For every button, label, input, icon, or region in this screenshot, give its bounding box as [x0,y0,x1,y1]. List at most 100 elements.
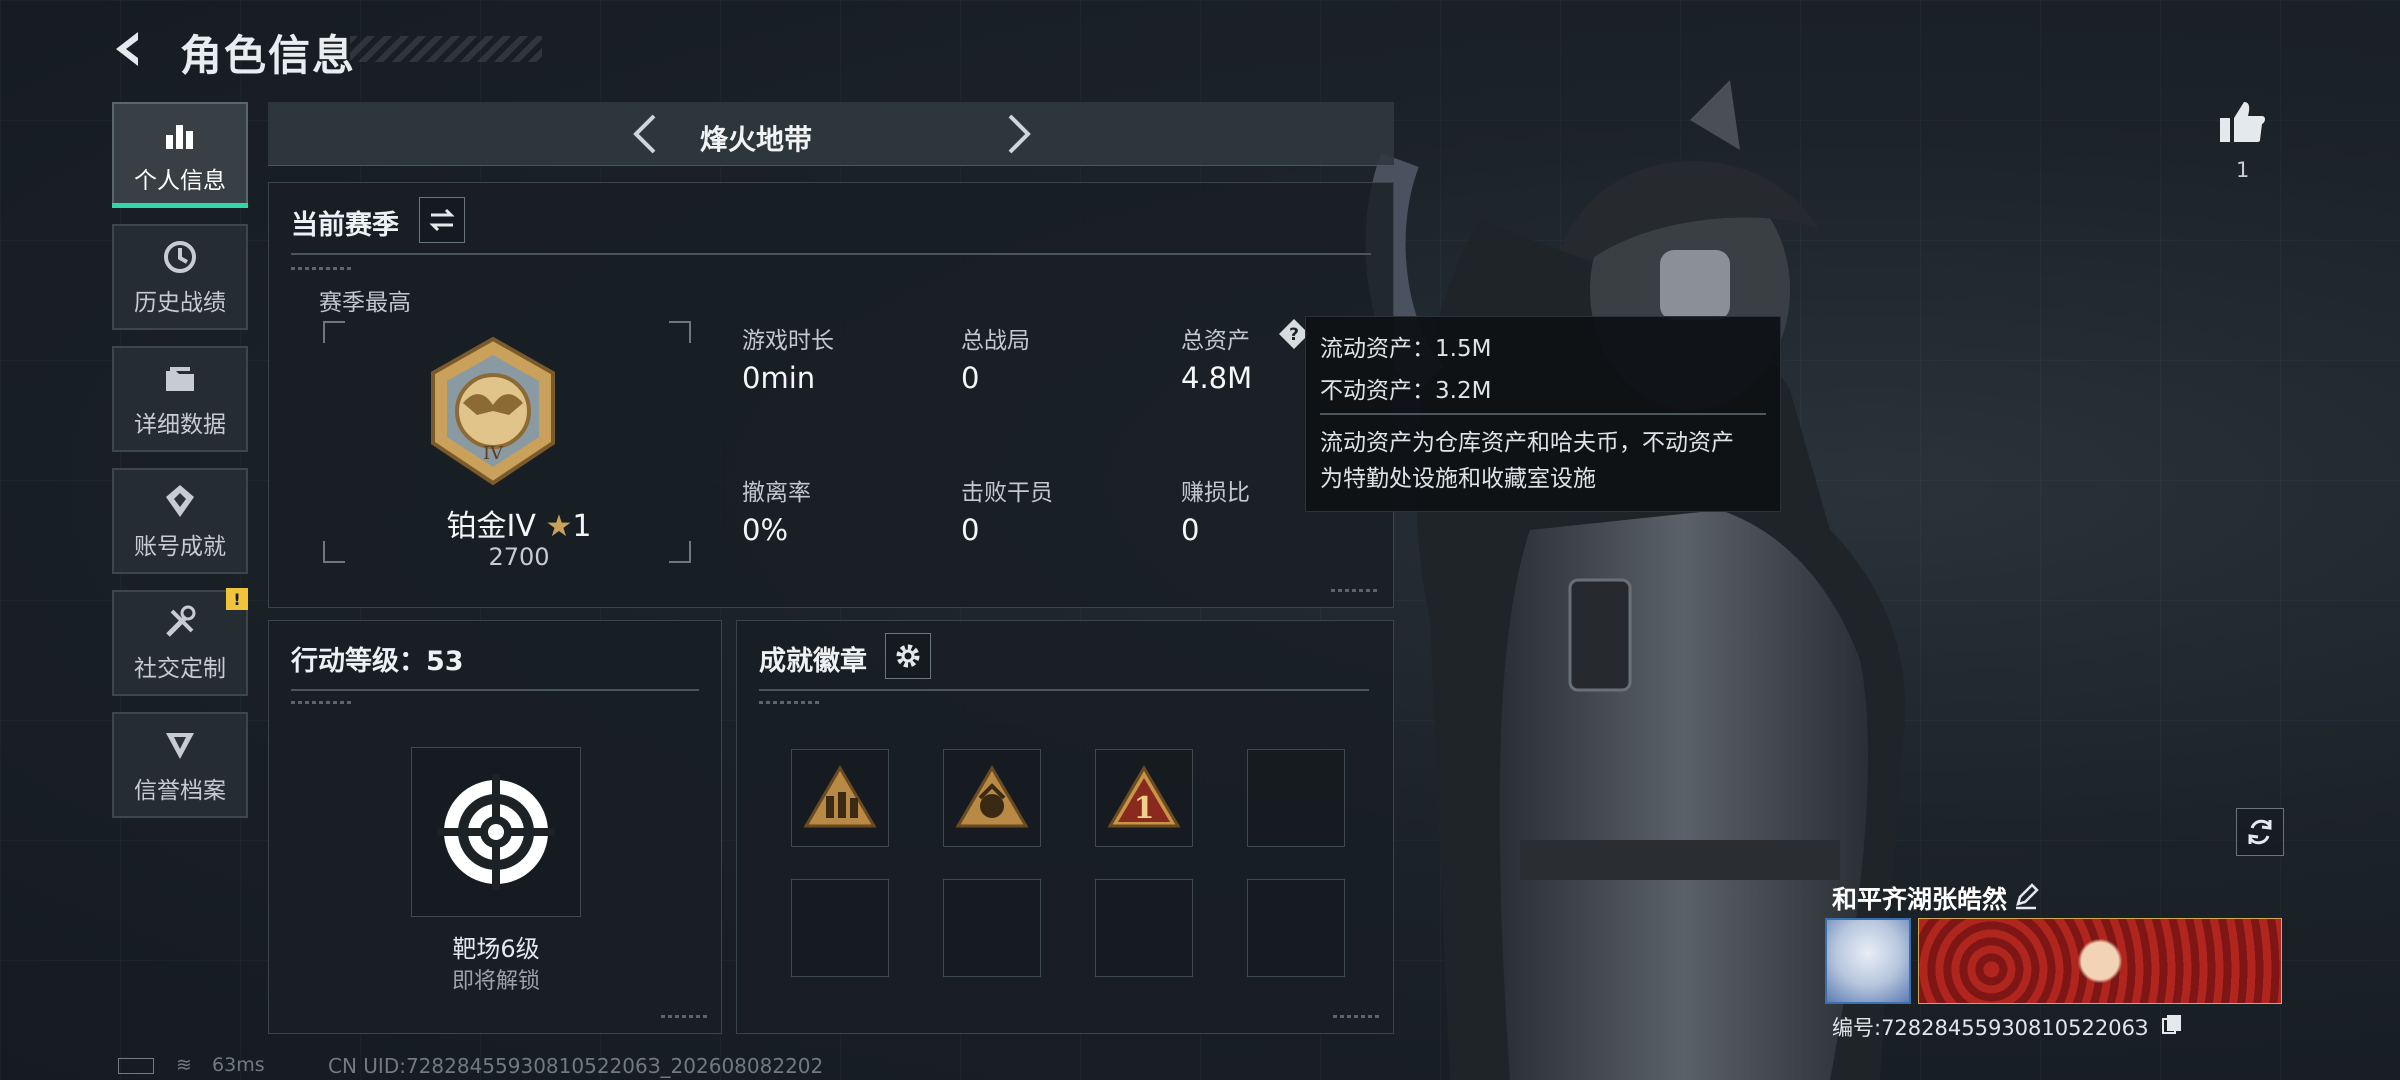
svg-text:?: ? [1289,325,1299,345]
empty-badge-slot[interactable] [1247,879,1345,977]
sidebar-item-history[interactable]: 历史战绩 [112,224,248,330]
rank-line: 铂金IV ★1 [419,501,619,545]
sidebar-item-label: 信誉档案 [134,778,226,804]
stat-value-extraction-rate: 0% [742,513,789,547]
player-name: 和平齐湖张皓然 [1832,885,2008,914]
corner-decoration [661,1015,709,1018]
season-title: 当前赛季 [291,210,399,241]
ping-value: 63ms [212,1054,265,1076]
player-avatar[interactable] [1825,918,1911,1004]
sidebar-item-label: 社交定制 [134,656,226,682]
sidebar-item-credit-file[interactable]: 信誉档案 [112,712,248,818]
shooting-range-slot[interactable] [411,747,581,917]
credit-emblem-icon [166,733,194,759]
mode-selector-bar: 烽火地带 [268,102,1394,166]
thumbs-up-icon[interactable] [2216,96,2268,148]
empty-badge-slot[interactable] [791,879,889,977]
stat-value-profit-loss-ratio: 0 [1181,513,1200,547]
svg-text:1: 1 [1134,791,1155,826]
sidebar-item-label: 账号成就 [134,534,226,560]
network-status: ≋ 63ms [118,1054,265,1076]
badge-slot[interactable]: 1 [1095,749,1193,847]
tooltip-description-line1: 流动资产为仓库资产和哈夫币，不动资产 [1320,430,1734,456]
badge-slot[interactable] [791,749,889,847]
stat-value-total-matches: 0 [961,361,980,395]
history-clock-icon [164,241,196,273]
stat-value-playtime: 0min [742,361,816,395]
stat-label-extraction-rate: 撤离率 [742,480,811,506]
season-panel: 当前赛季 赛季最高 IV 铂金IV ★1 2700 游戏时长 0min 总战局 … [268,182,1394,608]
action-level-panel: 行动等级：53 靶场6级 即将解锁 [268,620,722,1034]
frame-corner [669,541,691,563]
emblem-triangle-badge-icon [955,765,1029,828]
next-mode-arrow-icon[interactable] [994,110,1042,158]
player-id: 编号:7282845593081052206З [1832,1016,2149,1040]
achievement-badges-panel: 成就徽章 1 [736,620,1394,1034]
unlock-status-label: 即将解锁 [451,969,540,994]
sidebar-item-detailed-data[interactable]: 详细数据 [112,346,248,452]
sidebar-item-label: 个人信息 [134,168,226,194]
rank-score: 2700 [488,543,550,571]
folder-icon [166,367,194,391]
range-level-label: 靶场6级 [452,935,540,963]
edit-pencil-icon[interactable] [2012,882,2040,910]
platinum-rank-emblem-icon: IV [431,336,555,486]
copy-icon[interactable] [2160,1012,2184,1036]
empty-badge-slot[interactable] [943,879,1041,977]
stat-label-operators-defeated: 击败干员 [961,480,1053,506]
badge-slot[interactable] [943,749,1041,847]
corner-decoration [1333,1015,1381,1018]
achievement-icon [166,485,194,517]
back-arrow-icon[interactable] [108,26,154,72]
season-best-label: 赛季最高 [319,290,411,316]
sidebar-item-label: 历史战绩 [134,290,226,316]
refresh-button[interactable] [2236,808,2284,856]
rank-stars: 1 [572,509,592,544]
corner-decoration [1331,589,1379,592]
stat-value-operators-defeated: 0 [961,513,980,547]
assets-tooltip: 流动资产：1.5M 不动资产：3.2M 流动资产为仓库资产和哈夫币，不动资产 为… [1305,316,1781,512]
client-uid: CN UID:7282845593081052206З_202608082202 [328,1054,824,1078]
frame-corner [669,321,691,343]
mode-title: 烽火地带 [699,123,812,156]
svg-text:IV: IV [483,443,504,464]
profile-banner-card[interactable] [1918,918,2282,1004]
target-crosshair-icon [438,774,554,890]
soldiers-triangle-badge-icon [803,765,877,828]
tooltip-description-line2: 为特勤处设施和收藏室设施 [1320,466,1596,492]
stat-label-total-assets: 总资产 [1181,328,1250,354]
stat-label-profit-loss-ratio: 赚损比 [1181,480,1250,506]
empty-badge-slot[interactable] [1095,879,1193,977]
tools-icon [166,605,196,637]
tooltip-liquid-assets: 流动资产：1.5M [1320,336,1492,362]
empty-badge-slot[interactable] [1247,749,1345,847]
swap-arrows-icon [429,208,455,232]
badge-settings-button[interactable] [885,633,931,679]
divider-decoration [759,701,819,704]
tooltip-fixed-assets: 不动资产：3.2M [1320,378,1492,404]
rank-name: 铂金IV [446,509,536,544]
sidebar-item-achievements[interactable]: 账号成就 [112,468,248,574]
divider-decoration [291,701,351,704]
divider-decoration [291,267,351,270]
section-divider [291,253,1371,255]
stat-label-total-matches: 总战局 [961,328,1030,354]
page-title: 角色信息 [180,31,357,80]
warning-badge: ! [226,588,248,610]
tooltip-divider [1320,413,1766,415]
sidebar-item-label: 详细数据 [134,412,226,438]
stat-value-total-assets: 4.8M [1181,361,1253,395]
wifi-icon: ≋ [176,1054,192,1076]
refresh-icon [2248,819,2272,845]
title-stripe-decoration [350,36,542,62]
action-level-title: 行动等级：53 [291,646,464,677]
sidebar-item-social-custom[interactable]: 社交定制 ! [112,588,248,696]
gear-icon [896,644,920,668]
battery-icon [118,1057,154,1074]
frame-corner [323,541,345,563]
section-divider [291,689,699,691]
number-one-triangle-badge-icon: 1 [1107,765,1181,828]
swap-season-button[interactable] [419,197,465,243]
badges-title: 成就徽章 [759,646,867,677]
like-count: 1 [2236,158,2250,182]
